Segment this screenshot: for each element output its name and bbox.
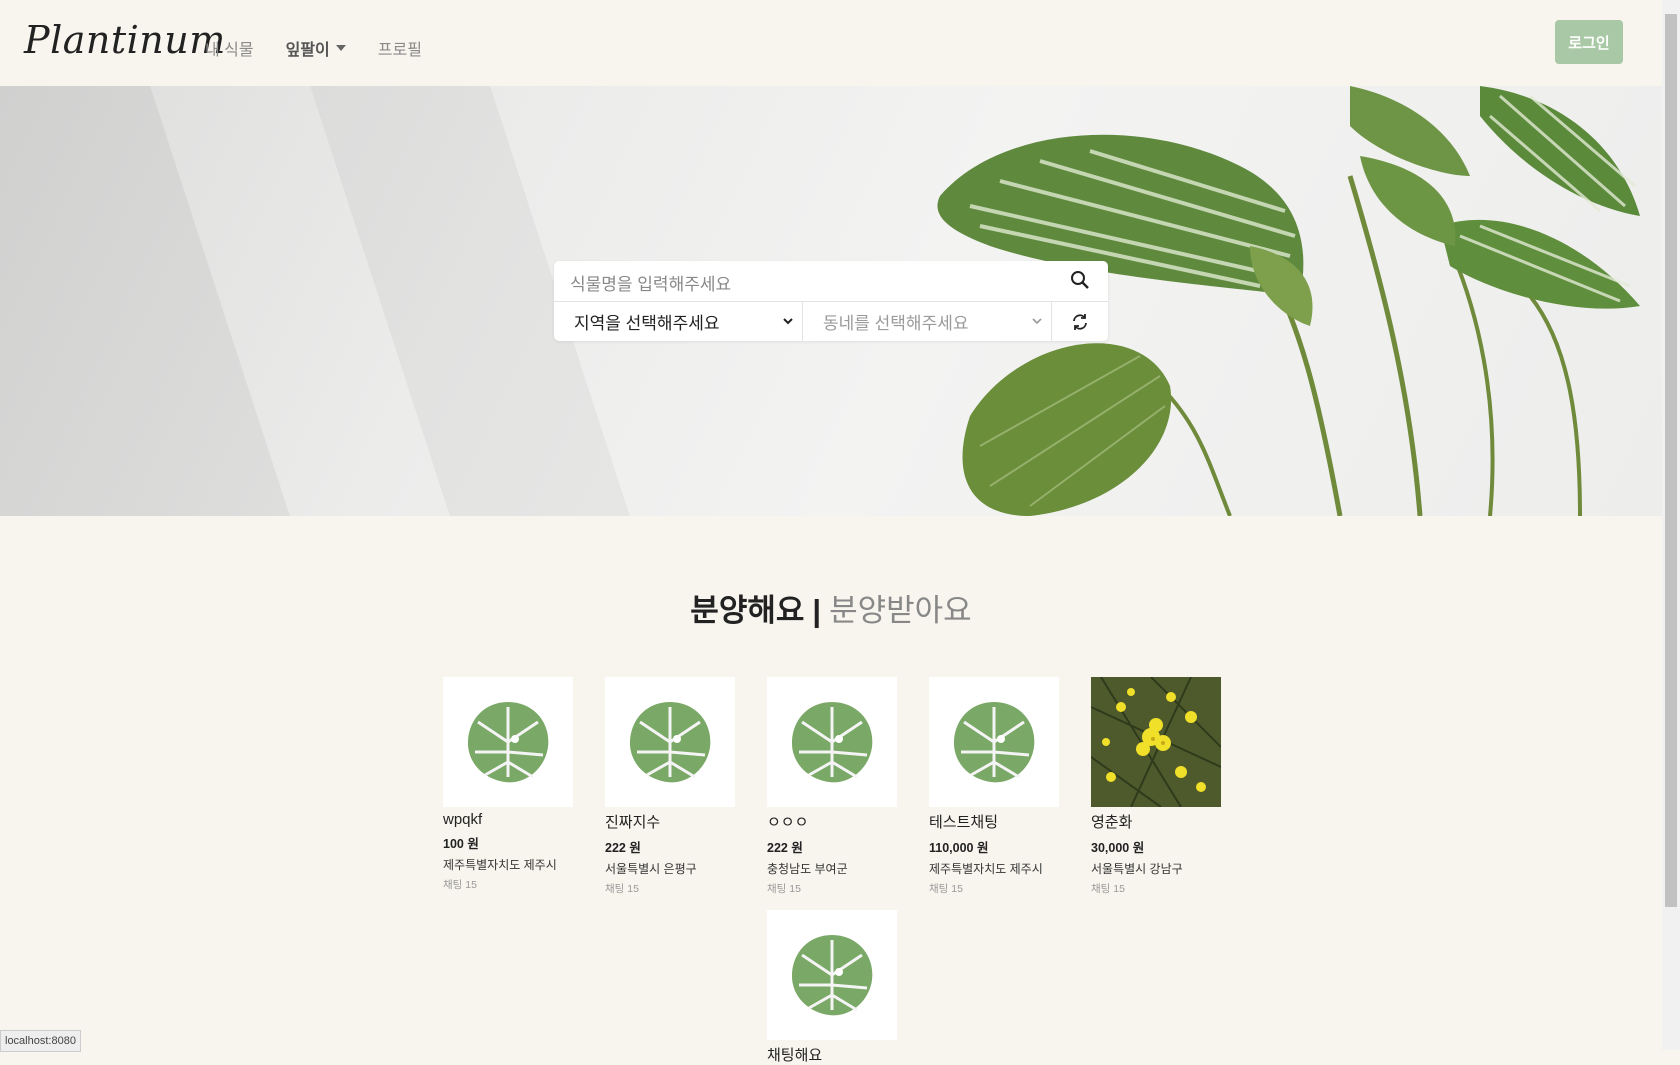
tab-separator: | (812, 593, 822, 628)
listing-location: 제주특별자치도 제주시 (929, 862, 1043, 876)
monstera-leaf-icon (953, 702, 1035, 783)
monstera-leaf-icon (791, 935, 873, 1016)
nav-link-leaf-sale-label: 잎팔이 (285, 42, 330, 59)
status-bar-url: localhost:8080 (0, 1030, 81, 1052)
login-button[interactable]: 로그인 (1555, 20, 1623, 64)
listing-chat-count: 채팅 15 (605, 883, 639, 895)
yellow-flower-photo (1091, 677, 1221, 807)
listing-price: 222 원 (605, 841, 641, 855)
listing-price: 30,000 원 (1091, 841, 1145, 855)
listing-card[interactable]: 채팅해요 (767, 910, 897, 1065)
nav-links: 내 식물 잎팔이 프로필 (205, 36, 422, 60)
listing-thumbnail (1091, 677, 1221, 807)
town-select[interactable]: 동네를 선택해주세요 (803, 302, 1052, 341)
monstera-leaf-icon (467, 702, 549, 783)
listing-card[interactable]: 테스트채팅 110,000 원 제주특별자치도 제주시 채팅 15 (929, 677, 1059, 896)
listing-name: 진짜지수 (605, 814, 661, 831)
search-row: 식물명을 입력해주세요 (554, 261, 1108, 302)
listing-thumbnail (767, 677, 897, 807)
page-scrollbar[interactable] (1662, 0, 1680, 1050)
nav-link-leaf-sale-dropdown[interactable]: 잎팔이 (286, 36, 346, 60)
listing-card[interactable]: 진짜지수 222 원 서울특별시 은평구 채팅 15 (605, 677, 735, 896)
listing-thumbnail (767, 910, 897, 1040)
listing-location: 충청남도 부여군 (767, 862, 848, 876)
hero-shadow (0, 86, 290, 516)
hero-banner: 식물명을 입력해주세요 지역을 선택해주세요 동네를 선택해주세요 (0, 86, 1662, 516)
search-box: 식물명을 입력해주세요 지역을 선택해주세요 동네를 선택해주세요 (554, 261, 1108, 341)
listing-name: 채팅해요 (767, 1047, 823, 1064)
tab-receive[interactable]: 분양받아요 (829, 593, 972, 628)
nav-link-my-plants[interactable]: 내 식물 (205, 36, 254, 60)
listing-chat-count: 채팅 15 (1091, 883, 1125, 895)
listing-name: 영춘화 (1091, 814, 1133, 831)
listing-price: 110,000 원 (929, 841, 989, 855)
listing-location: 서울특별시 강남구 (1091, 862, 1183, 876)
section-tabs: 분양해요 | 분양받아요 (0, 585, 1662, 630)
listing-name: 테스트채팅 (929, 814, 999, 831)
scrollbar-thumb[interactable] (1665, 14, 1677, 907)
monstera-leaf-icon (629, 702, 711, 783)
listing-card[interactable]: 영춘화 30,000 원 서울특별시 강남구 채팅 15 (1091, 677, 1221, 896)
search-input[interactable]: 식물명을 입력해주세요 (570, 270, 731, 295)
listing-thumbnail (929, 677, 1059, 807)
listing-name: wpqkf (443, 811, 483, 828)
location-filters: 지역을 선택해주세요 동네를 선택해주세요 (554, 302, 1108, 341)
tab-share[interactable]: 분양해요 (690, 593, 804, 628)
monstera-leaf-icon (791, 702, 873, 783)
region-select[interactable]: 지역을 선택해주세요 (554, 302, 803, 341)
listing-chat-count: 채팅 15 (767, 883, 801, 895)
listing-location: 제주특별자치도 제주시 (443, 858, 557, 872)
listing-chat-count: 채팅 15 (929, 883, 963, 895)
chevron-down-icon (1032, 318, 1042, 325)
listing-chat-count: 채팅 15 (443, 879, 477, 891)
listing-card[interactable]: wpqkf 100 원 제주특별자치도 제주시 채팅 15 (443, 677, 573, 892)
caret-down-icon (335, 45, 346, 51)
listing-price: 100 원 (443, 837, 479, 851)
town-select-value: 동네를 선택해주세요 (823, 314, 969, 333)
refresh-icon[interactable] (1052, 302, 1108, 341)
region-select-value: 지역을 선택해주세요 (574, 314, 720, 333)
listing-price: 222 원 (767, 841, 803, 855)
listing-card[interactable]: ㅇㅇㅇ 222 원 충청남도 부여군 채팅 15 (767, 677, 897, 896)
navbar: Plantinum 내 식물 잎팔이 프로필 로그인 (0, 0, 1662, 86)
search-icon[interactable] (1070, 270, 1090, 295)
nav-link-profile[interactable]: 프로필 (378, 36, 422, 60)
listing-location: 서울특별시 은평구 (605, 862, 697, 876)
listing-thumbnail (443, 677, 573, 807)
listing-thumbnail (605, 677, 735, 807)
chevron-down-icon (783, 318, 793, 325)
listing-name: ㅇㅇㅇ (767, 814, 809, 831)
brand-logo[interactable]: Plantinum (24, 18, 226, 62)
